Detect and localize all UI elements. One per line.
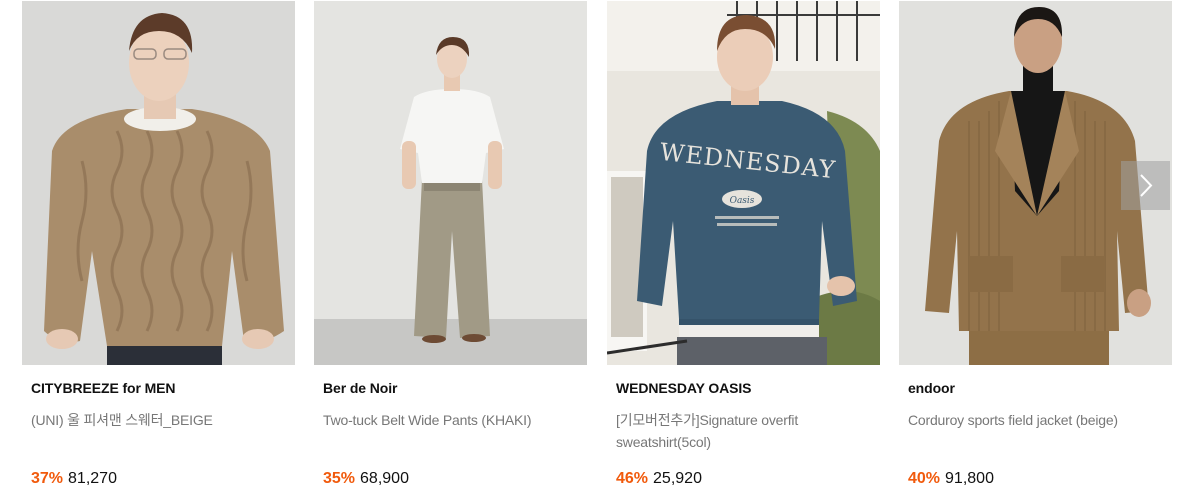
product-name[interactable]: Corduroy sports field jacket (beige) xyxy=(908,409,1133,431)
price-row: 37% 81,270 xyxy=(31,470,117,488)
brand-name[interactable]: WEDNESDAY OASIS xyxy=(616,380,752,396)
brand-name[interactable]: CITYBREEZE for MEN xyxy=(31,380,176,396)
discount-rate: 37% xyxy=(31,470,64,487)
product-card[interactable]: WEDNESDAY Oasis WEDNESDAY OASIS [기모버전추가]… xyxy=(607,1,880,497)
sale-price: 68,900 xyxy=(360,470,409,487)
product-image[interactable] xyxy=(314,1,587,365)
carousel-next-button[interactable] xyxy=(1121,161,1170,210)
sale-price: 91,800 xyxy=(945,470,994,487)
product-image[interactable]: WEDNESDAY Oasis xyxy=(607,1,880,365)
product-grid: CITYBREEZE for MEN (UNI) 울 피셔맨 스웨터_BEIGE… xyxy=(22,1,1172,497)
price-row: 35% 68,900 xyxy=(323,470,409,488)
sale-price: 81,270 xyxy=(68,470,117,487)
brand-name[interactable]: endoor xyxy=(908,380,955,396)
product-name[interactable]: [기모버전추가]Signature overfit sweatshirt(5co… xyxy=(616,409,841,453)
chevron-right-icon xyxy=(1140,174,1153,197)
sweatshirt-print-badge: Oasis xyxy=(730,196,755,206)
product-image[interactable] xyxy=(22,1,295,365)
product-card[interactable]: Ber de Noir Two-tuck Belt Wide Pants (KH… xyxy=(314,1,587,497)
discount-rate: 46% xyxy=(616,470,649,487)
product-card[interactable]: CITYBREEZE for MEN (UNI) 울 피셔맨 스웨터_BEIGE… xyxy=(22,1,295,497)
brand-name[interactable]: Ber de Noir xyxy=(323,380,397,396)
price-row: 40% 91,800 xyxy=(908,470,994,488)
discount-rate: 35% xyxy=(323,470,356,487)
product-card[interactable]: endoor Corduroy sports field jacket (bei… xyxy=(899,1,1172,497)
discount-rate: 40% xyxy=(908,470,941,487)
product-name[interactable]: Two-tuck Belt Wide Pants (KHAKI) xyxy=(323,409,548,431)
sale-price: 25,920 xyxy=(653,470,702,487)
price-row: 46% 25,920 xyxy=(616,470,702,488)
product-name[interactable]: (UNI) 울 피셔맨 스웨터_BEIGE xyxy=(31,409,256,431)
